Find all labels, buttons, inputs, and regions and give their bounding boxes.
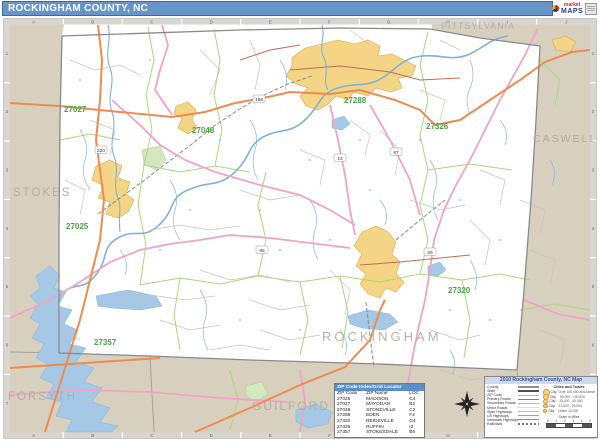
highway-shield: 158 bbox=[253, 95, 265, 103]
zip-index-column-headers: ZIP Code ZIP Name LOC bbox=[335, 391, 424, 397]
table-row: 27320REIDSVILLEG4 bbox=[335, 419, 424, 425]
svg-text:B: B bbox=[91, 433, 94, 438]
svg-text:E: E bbox=[269, 433, 272, 438]
zip-label-27320: 27320 bbox=[448, 286, 471, 295]
svg-text:29: 29 bbox=[427, 250, 433, 256]
svg-text:A: A bbox=[32, 433, 35, 438]
svg-text:E: E bbox=[269, 20, 272, 25]
table-row: 27027MAYODANB2 bbox=[335, 402, 424, 408]
scale-bar: Scale in Miles 012345 bbox=[543, 415, 595, 428]
svg-text:14: 14 bbox=[337, 156, 343, 162]
map-legend-panel: 2010 Rockingham County, NC Map County St… bbox=[484, 376, 598, 438]
label-stokes: STOKES bbox=[13, 187, 71, 199]
zip-label-27025: 27025 bbox=[66, 222, 89, 231]
highway-shield: 65 bbox=[256, 246, 268, 254]
table-row: 27357STOKESDALEB6 bbox=[335, 430, 424, 436]
svg-text:B: B bbox=[91, 20, 94, 25]
label-forsyth: FORSYTH bbox=[8, 391, 77, 403]
zip-label-27288: 27288 bbox=[344, 96, 367, 105]
svg-text:H: H bbox=[446, 433, 449, 438]
highway-shield: 87 bbox=[390, 148, 402, 156]
svg-text:87: 87 bbox=[393, 150, 399, 156]
svg-text:65: 65 bbox=[259, 248, 265, 254]
legend-cities: Cities and Towns CityOver 100,000 and Ab… bbox=[541, 384, 597, 429]
zip-label-27326: 27326 bbox=[426, 122, 449, 131]
zip-label-27357: 27357 bbox=[94, 338, 117, 347]
zip-label-27048: 27048 bbox=[192, 126, 215, 135]
svg-text:G: G bbox=[387, 20, 391, 25]
highway-shield: 220 bbox=[95, 146, 107, 154]
county-map: A B C D E F G H I J A B C D E F G H I J … bbox=[0, 0, 600, 440]
label-rockingham: ROCKINGHAM bbox=[322, 329, 442, 344]
svg-text:220: 220 bbox=[97, 148, 105, 154]
svg-text:A: A bbox=[32, 20, 35, 25]
label-caswell: CASWELL bbox=[533, 133, 597, 145]
label-guilford: GUILFORD bbox=[252, 399, 330, 413]
svg-text:158: 158 bbox=[255, 97, 263, 103]
highway-shield: 29 bbox=[424, 248, 436, 256]
label-pittsylvania: PITTSYLVANIA bbox=[441, 21, 515, 31]
svg-text:J: J bbox=[565, 20, 567, 25]
svg-text:F: F bbox=[328, 433, 331, 438]
highway-shield: 14 bbox=[334, 154, 346, 162]
legend-line-items: County State ZIP Code Primary Roads Seco… bbox=[485, 384, 541, 429]
zip-index-header: ZIP Code Index/Grid Locator bbox=[335, 384, 424, 391]
zip-label-27027: 27027 bbox=[64, 105, 87, 114]
svg-text:F: F bbox=[328, 20, 331, 25]
legend-title: 2010 Rockingham County, NC Map bbox=[485, 377, 597, 384]
zip-index-panel: ZIP Code Index/Grid Locator ZIP Code ZIP… bbox=[334, 383, 425, 438]
